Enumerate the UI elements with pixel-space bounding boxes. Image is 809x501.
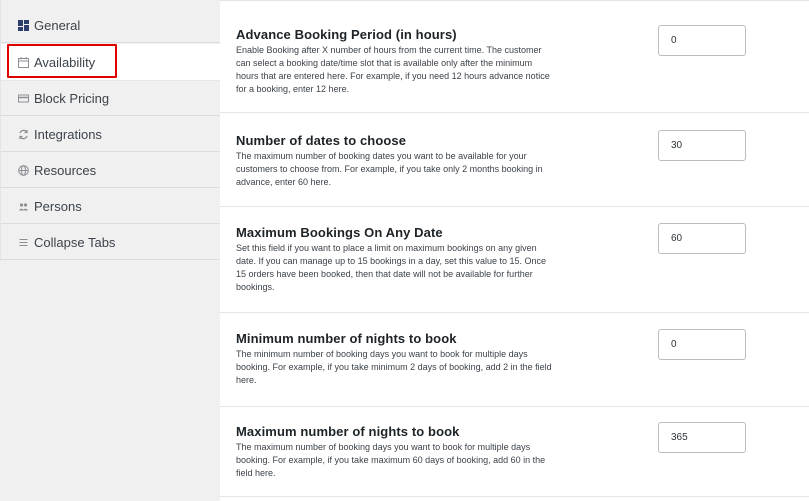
setting-description: The minimum number of booking days you w… xyxy=(236,349,552,385)
tab-label: Persons xyxy=(34,198,82,214)
setting-description: The maximum number of booking days you w… xyxy=(236,442,546,478)
setting-description: The maximum number of booking dates you … xyxy=(236,151,543,187)
setting-description: Enable Booking after X number of hours f… xyxy=(236,45,550,94)
collapse-icon xyxy=(18,237,29,248)
divider xyxy=(220,496,809,497)
setting-number-of-dates: Number of dates to choose The maximum nu… xyxy=(220,113,809,207)
setting-maximum-bookings: Maximum Bookings On Any Date Set this fi… xyxy=(220,207,809,313)
tab-label: Block Pricing xyxy=(34,90,110,106)
setting-title: Minimum number of nights to book xyxy=(236,331,457,346)
setting-title: Number of dates to choose xyxy=(236,133,407,148)
globe-icon xyxy=(18,164,29,176)
block-pricing-icon xyxy=(18,93,29,104)
tab-general[interactable]: General xyxy=(0,8,220,43)
tab-persons[interactable]: Persons xyxy=(0,189,220,224)
maximum-nights-input[interactable] xyxy=(658,422,746,453)
sync-icon xyxy=(18,129,29,140)
setting-description: Set this field if you want to place a li… xyxy=(236,243,547,292)
tab-collapse-tabs[interactable]: Collapse Tabs xyxy=(0,225,220,260)
settings-panel: Advance Booking Period (in hours) Enable… xyxy=(220,0,809,501)
tab-integrations[interactable]: Integrations xyxy=(0,117,220,152)
calendar-icon xyxy=(18,56,29,68)
tab-label: Collapse Tabs xyxy=(34,234,116,250)
general-grid-icon xyxy=(18,19,29,31)
setting-title: Maximum number of nights to book xyxy=(236,424,460,439)
setting-title: Advance Booking Period (in hours) xyxy=(236,27,457,42)
tab-label: General xyxy=(34,17,81,33)
minimum-nights-input[interactable] xyxy=(658,329,746,360)
sidebar-tabs: General Availability Block Pricing Integ… xyxy=(0,0,220,501)
persons-icon xyxy=(18,201,29,212)
setting-title: Maximum Bookings On Any Date xyxy=(236,225,443,240)
setting-maximum-nights: Maximum number of nights to book The max… xyxy=(220,407,809,497)
tab-resources[interactable]: Resources xyxy=(0,153,220,188)
maximum-bookings-input[interactable] xyxy=(658,223,746,254)
setting-minimum-nights: Minimum number of nights to book The min… xyxy=(220,313,809,407)
setting-advance-booking-period: Advance Booking Period (in hours) Enable… xyxy=(220,0,809,113)
advance-booking-period-input[interactable] xyxy=(658,25,746,56)
tab-label: Resources xyxy=(34,162,97,178)
number-of-dates-input[interactable] xyxy=(658,130,746,161)
tab-label: Integrations xyxy=(34,126,102,142)
tab-label: Availability xyxy=(34,54,96,70)
tab-availability[interactable]: Availability xyxy=(0,44,220,81)
tab-block-pricing[interactable]: Block Pricing xyxy=(0,81,220,116)
